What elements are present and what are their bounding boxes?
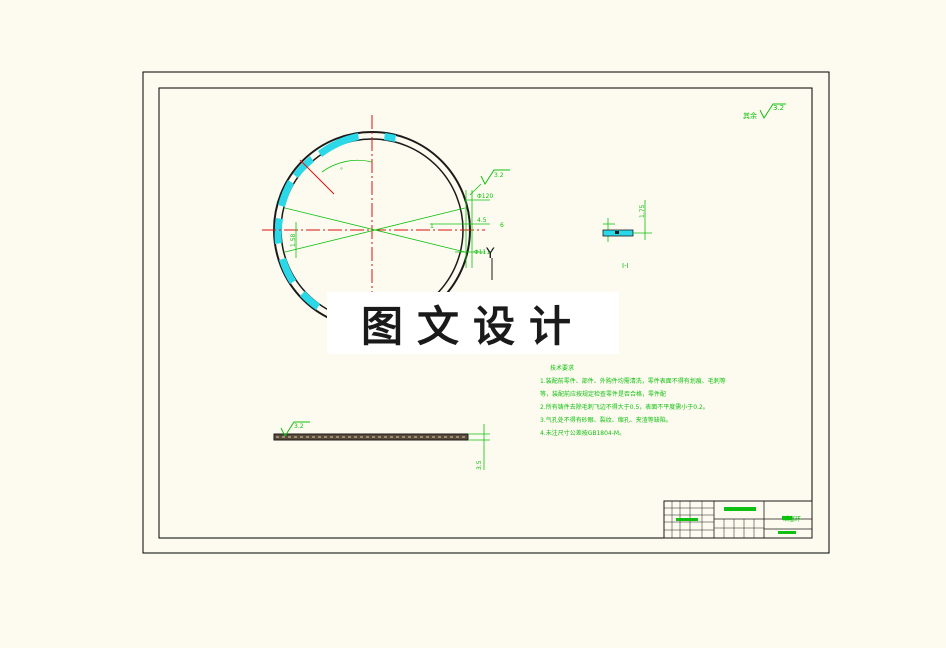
tech-requirements: 技术要求 1.装配前零件、部件、外购件均需清洗，零件表面不得有划痕、毛刺等 等，…	[540, 362, 770, 440]
svg-text:3.2: 3.2	[773, 104, 784, 112]
dim-width-label: 4.5	[477, 217, 487, 224]
svg-text:其余: 其余	[743, 111, 757, 120]
roughness-bottom-value: 3.2	[294, 423, 304, 430]
thickness-dim-label: 3.5	[476, 460, 483, 470]
section-dim-label: 1.75	[639, 204, 646, 218]
watermark-banner: 图文设计	[327, 292, 619, 354]
tech-note-4: 3.气孔处不得有砂眼、裂纹、缩孔、夹渣等缺陷。	[540, 417, 672, 424]
dim-6-label: 6	[500, 222, 504, 229]
tech-note-2: 等，装配前应按规定检查零件是否合格，零件配	[540, 391, 667, 398]
roughness-symbol-top-right: 其余 3.2	[743, 103, 786, 120]
tech-title: 技术要求	[550, 365, 575, 372]
section-view-label: Ⅰ-Ⅰ	[622, 262, 629, 270]
angle-label: °	[340, 167, 343, 174]
title-part-name: 活塞环	[783, 515, 801, 523]
tech-note-3: 2.所有铸件去除毛刺飞边不得大于0.5，表面不平度需小于0.2。	[540, 404, 709, 411]
dim-left-label: 1.58	[290, 233, 297, 247]
ring-side-view	[273, 421, 490, 470]
watermark-text: 图文设计	[360, 301, 585, 351]
section-y-label: Y	[485, 246, 495, 262]
dia-outer-label: Φ120	[477, 193, 493, 200]
tech-note-5: 4.未注尺寸公差按GB1804-M。	[540, 430, 626, 437]
tech-note-1: 1.装配前零件、部件、外购件均需清洗，零件表面不得有划痕、毛刺等	[540, 378, 726, 385]
dim-small-label: 1	[430, 223, 434, 230]
roughness-ring-value: 3.2	[494, 172, 504, 179]
